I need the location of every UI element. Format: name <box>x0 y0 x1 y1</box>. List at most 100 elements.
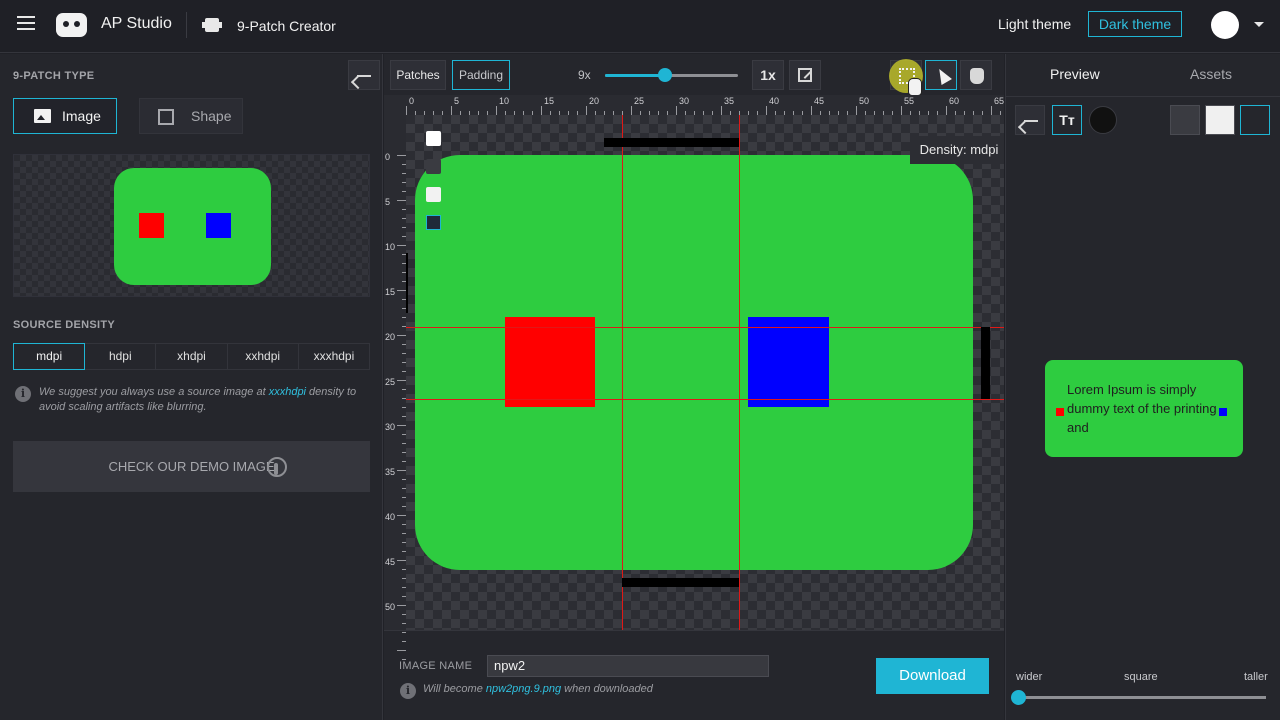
preview-text: Lorem Ipsum is simply dummy text of the … <box>1067 382 1217 435</box>
image-icon <box>34 109 51 123</box>
hand-icon <box>970 68 984 84</box>
brand-name: AP Studio <box>101 15 172 32</box>
preview-bg-dark[interactable] <box>1170 105 1200 135</box>
editor-area: Patches Padding 9x 1x 0 5 10 15 20 25 30 35 40 45… <box>384 54 1004 720</box>
preview-red-marker <box>1056 408 1064 416</box>
ruler-y-tick <box>397 605 406 606</box>
density-xhdpi[interactable]: xhdpi <box>156 343 228 370</box>
light-theme-button[interactable]: Light theme <box>998 16 1071 32</box>
ruler-y-tick-label: 5 <box>385 197 391 207</box>
touch-icon <box>267 457 287 477</box>
aspect-square-label: square <box>1124 671 1158 683</box>
avatar[interactable] <box>1211 11 1239 39</box>
density-xxhdpi[interactable]: xxhdpi <box>227 343 299 370</box>
stretch-guide-left[interactable] <box>622 115 623 630</box>
preview-bg-light[interactable] <box>1205 105 1235 135</box>
tab-preview[interactable]: Preview <box>1050 66 1100 82</box>
left-stretch-marker[interactable] <box>406 253 408 313</box>
stretch-guide-bottom[interactable] <box>406 399 1004 400</box>
ruler-x-tick-label: 30 <box>679 96 690 106</box>
ruler-y-tick-label: 40 <box>385 512 396 522</box>
type-shape-label: Shape <box>191 108 232 124</box>
xxxhdpi-link[interactable]: xxxhdpi <box>269 386 306 398</box>
type-shape-button[interactable]: Shape <box>139 98 243 134</box>
thumbnail-red-marker <box>139 213 164 238</box>
padding-button[interactable]: Padding <box>452 60 510 90</box>
ruler-x-tick-label: 0 <box>409 96 415 106</box>
ruler-x-tick-label: 55 <box>904 96 915 106</box>
editor-toolbar: Patches Padding 9x 1x <box>384 54 1004 96</box>
preview-blue-marker <box>1219 408 1227 416</box>
thumbnail-green-shape <box>114 168 271 285</box>
ruler-y-tick <box>397 245 406 246</box>
image-name-input[interactable]: npw2 <box>487 655 769 677</box>
ruler-x-tick-label: 50 <box>859 96 870 106</box>
ruler-x-tick-label: 60 <box>949 96 960 106</box>
aspect-slider-thumb[interactable] <box>1011 690 1026 705</box>
output-filename: npw2png.9.png <box>485 683 562 695</box>
demo-image-button[interactable]: CHECK OUR DEMO IMAGE <box>13 441 370 492</box>
nine-patch-type-label: 9-PATCH TYPE <box>13 70 95 82</box>
patches-button[interactable]: Patches <box>390 60 446 90</box>
image-name-label: IMAGE NAME <box>399 660 473 672</box>
aspect-slider[interactable] <box>1018 696 1266 699</box>
text-toggle-button[interactable]: Tт <box>1052 105 1082 135</box>
ruler-x-tick <box>766 106 767 115</box>
ruler-x-tick <box>406 106 407 115</box>
ruler-x-tick <box>586 106 587 115</box>
ruler-y-tick-label: 35 <box>385 467 396 477</box>
zoom-label: 9x <box>578 68 591 82</box>
bottom-padding-marker[interactable] <box>622 578 739 587</box>
vertical-ruler: 0 5 10 15 20 25 30 35 40 45 50 <box>384 115 406 660</box>
stretch-guide-top[interactable] <box>406 327 1004 328</box>
source-image-thumbnail[interactable] <box>13 154 370 297</box>
pointer-icon <box>934 66 952 85</box>
dark-theme-button[interactable]: Dark theme <box>1088 11 1182 37</box>
preview-back-button[interactable] <box>1015 105 1045 135</box>
stretch-guide-right[interactable] <box>739 115 740 630</box>
preview-bg-theme[interactable] <box>1240 105 1270 135</box>
zoom-slider[interactable] <box>605 68 738 82</box>
density-xxxhdpi[interactable]: xxxhdpi <box>298 343 371 370</box>
pan-tool-button[interactable] <box>960 60 992 90</box>
info-icon: i <box>15 386 31 402</box>
ruler-y-tick <box>397 335 406 336</box>
top-bar: AP Studio 9-Patch Creator Light theme Da… <box>0 0 1280 53</box>
ruler-y-tick <box>397 380 406 381</box>
type-image-label: Image <box>62 108 101 124</box>
chevron-down-icon[interactable] <box>1254 22 1264 27</box>
arrow-left-icon <box>357 75 371 77</box>
bg-swatch-white[interactable] <box>426 131 441 146</box>
reset-zoom-button[interactable]: 1x <box>752 60 784 90</box>
density-mdpi[interactable]: mdpi <box>13 343 86 370</box>
zoom-slider-thumb[interactable] <box>658 68 672 82</box>
bg-swatch-light[interactable] <box>426 187 441 202</box>
bg-swatch-dark[interactable] <box>426 159 441 174</box>
collapse-panel-button[interactable] <box>348 60 380 90</box>
fit-button[interactable] <box>789 60 821 90</box>
tab-assets[interactable]: Assets <box>1190 66 1232 82</box>
top-stretch-marker[interactable] <box>604 138 739 147</box>
type-image-button[interactable]: Image <box>13 98 117 134</box>
nine-patch-preview[interactable]: Lorem Ipsum is simply dummy text of the … <box>1045 360 1243 457</box>
download-button[interactable]: Download <box>876 658 989 694</box>
right-panel: Preview Assets Tт Lorem Ipsum is simply … <box>1005 54 1280 720</box>
menu-icon[interactable] <box>17 16 35 30</box>
horizontal-ruler: 0 5 10 15 20 25 30 35 40 45 50 55 60 65 <box>406 95 1004 115</box>
ruler-x-tick <box>901 106 902 115</box>
square-icon <box>158 109 174 125</box>
ruler-x-tick <box>631 106 632 115</box>
patch-image-green <box>415 155 973 570</box>
nine-patch-canvas[interactable]: Density: mdpi <box>406 115 1004 630</box>
hint-text: Will become <box>423 683 486 695</box>
demo-image-label: CHECK OUR DEMO IMAGE <box>108 459 275 474</box>
top-divider <box>186 12 187 38</box>
ruler-x-tick-label: 10 <box>499 96 510 106</box>
nine-patch-tool-icon <box>202 16 222 34</box>
circle-shape-button[interactable] <box>1089 106 1117 134</box>
pointer-tool-button[interactable] <box>925 60 957 90</box>
density-hdpi[interactable]: hdpi <box>85 343 157 370</box>
bg-swatch-accent[interactable] <box>426 215 441 230</box>
right-padding-marker[interactable] <box>981 327 990 399</box>
hint-text-end: when downloaded <box>561 683 653 695</box>
